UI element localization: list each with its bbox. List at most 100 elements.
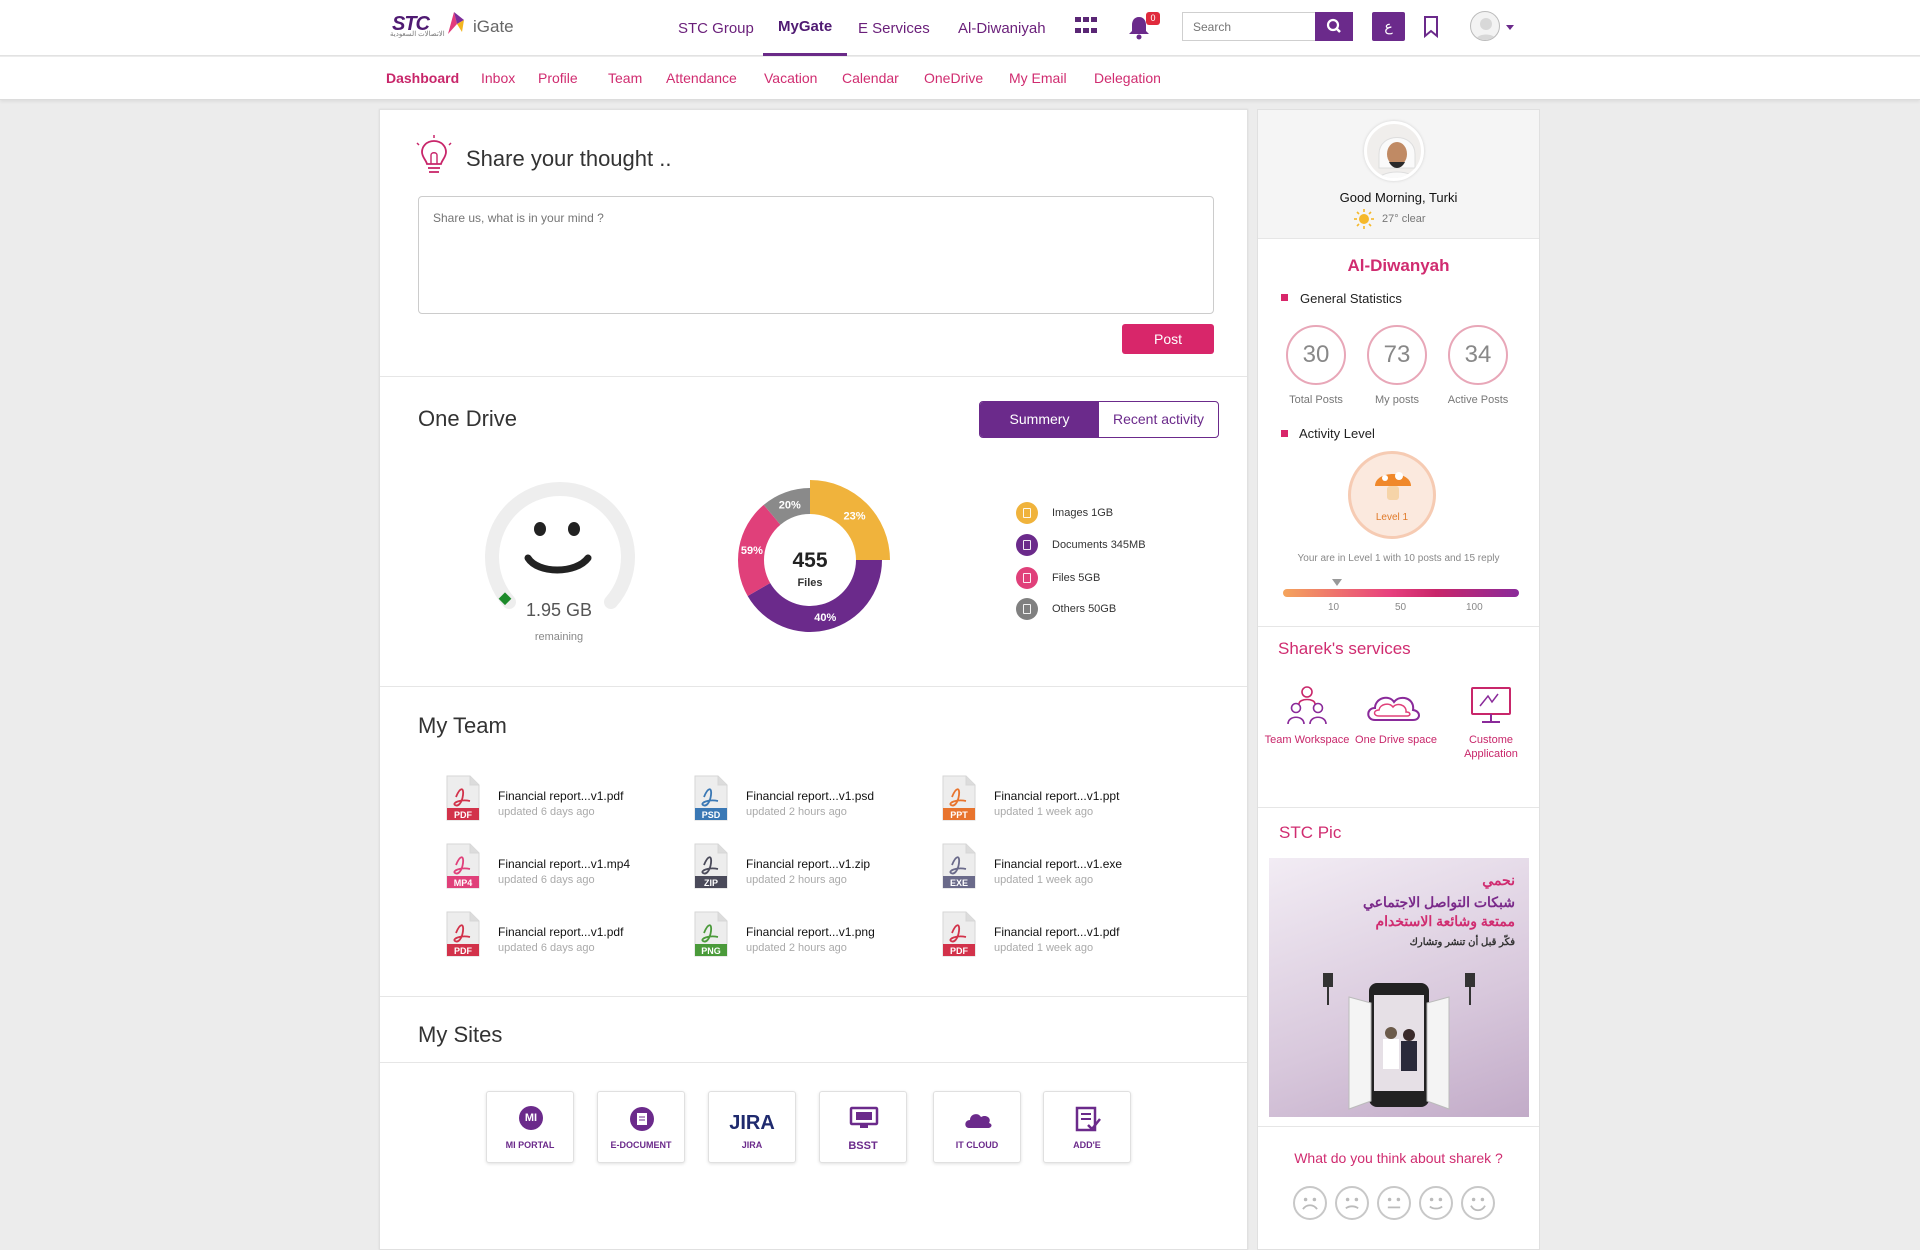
service-team-workspace[interactable]: [1276, 684, 1338, 764]
stat-my-posts: 73: [1367, 325, 1427, 385]
site-mi-portal[interactable]: MI MI PORTAL: [486, 1091, 574, 1163]
subnav-delegation[interactable]: Delegation: [1094, 57, 1161, 100]
search-button[interactable]: [1315, 12, 1353, 41]
gauge-value: 1.95 GB: [525, 600, 593, 620]
donut-label-files: 59%: [741, 545, 763, 557]
team-file-item[interactable]: PSD Financial report...v1.psd updated 2 ho…: [694, 775, 914, 825]
stc-pic-banner[interactable]: نحمي شبكات التواصل الاجتماعي ممتعة وشائع…: [1269, 858, 1529, 1117]
team-file-item[interactable]: PDF Financial report...v1.pdf updated 6 da…: [446, 775, 666, 825]
file-name: Financial report...v1.png: [746, 925, 875, 939]
sites-title: My Sites: [418, 1022, 503, 1047]
profile-avatar[interactable]: [1364, 121, 1424, 181]
file-name: Financial report...v1.pdf: [498, 925, 624, 939]
banner-line-1: نحمي: [1482, 872, 1515, 888]
donut-total: 455: [792, 549, 828, 572]
site-bsst[interactable]: BSST: [819, 1091, 907, 1163]
legend-item-images: Images 1GB: [1016, 497, 1146, 528]
subnav-inbox[interactable]: Inbox: [481, 57, 515, 100]
donut-label-others: 20%: [779, 500, 801, 512]
stat-active-posts-label: Active Posts: [1447, 394, 1509, 406]
file-name: Financial report...v1.pdf: [498, 789, 624, 803]
site-it-cloud[interactable]: IT CLOUD: [933, 1091, 1021, 1163]
bullet-icon: [1281, 294, 1288, 301]
divider: [1258, 1126, 1539, 1127]
search-input[interactable]: [1182, 12, 1316, 41]
divider: [1258, 626, 1539, 627]
service-custom-application-label[interactable]: Custome Application: [1446, 733, 1536, 761]
face-glyph: [1429, 1197, 1443, 1210]
topnav-al-diwaniyah[interactable]: Al-Diwaniyah: [958, 0, 1046, 56]
service-custom-application[interactable]: [1460, 684, 1522, 726]
stc-logo-subtext: الاتصالات السعودية: [390, 31, 445, 38]
stc-logo-mark-icon: [448, 12, 464, 34]
file-updated: updated 6 days ago: [498, 806, 595, 818]
service-one-drive-label[interactable]: One Drive space: [1351, 733, 1441, 747]
stcpic-title: STC Pic: [1279, 823, 1342, 842]
very-happy-face-icon[interactable]: [1461, 1186, 1495, 1220]
tab-summary[interactable]: Summery: [980, 402, 1099, 437]
file-type-badge: ZIP: [703, 878, 718, 888]
happy-face-icon[interactable]: [1419, 1186, 1453, 1220]
checklist-icon: [1075, 1106, 1101, 1132]
file-type-badge: PDF: [950, 946, 968, 956]
subnav-team[interactable]: Team: [608, 57, 642, 100]
stat-active-posts: 34: [1448, 325, 1508, 385]
team-title: My Team: [418, 713, 507, 738]
tab-recent-activity[interactable]: Recent activity: [1099, 402, 1218, 437]
activity-level-label: Activity Level: [1299, 426, 1375, 441]
banner-line-3: ممتعة وشائعة الاستخدام: [1375, 913, 1515, 929]
stat-my-posts-label: My posts: [1374, 394, 1419, 406]
chevron-down-icon[interactable]: [1506, 25, 1514, 30]
bookmark-icon[interactable]: [1422, 15, 1440, 39]
service-team-workspace-label[interactable]: Team Workspace: [1262, 733, 1352, 747]
team-file-item[interactable]: MP4 Financial report...v1.mp4 updated 6 da…: [446, 843, 666, 893]
neutral-face-icon[interactable]: [1377, 1186, 1411, 1220]
divider: [1258, 807, 1539, 808]
donut-caption: Files: [797, 577, 823, 589]
thought-textarea[interactable]: [418, 196, 1214, 314]
team-file-item[interactable]: PNG Financial report...v1.png updated 2 ho…: [694, 911, 914, 961]
file-name: Financial report...v1.ppt: [994, 789, 1120, 803]
topnav-mygate[interactable]: MyGate: [763, 0, 848, 56]
team-file-item[interactable]: PPT Financial report...v1.ppt updated 1 we…: [942, 775, 1162, 825]
divider: [380, 996, 1247, 997]
subnav-my-email[interactable]: My Email: [1009, 57, 1067, 100]
monitor-icon: [849, 1106, 879, 1128]
divider: [380, 376, 1247, 377]
face-glyph: [1302, 1197, 1318, 1210]
subnav-onedrive[interactable]: OneDrive: [924, 57, 983, 100]
file-type-badge: PPT: [950, 810, 968, 820]
language-toggle-button[interactable]: ع: [1372, 12, 1405, 41]
apps-grid-icon[interactable]: [1075, 17, 1097, 37]
subnav-dashboard[interactable]: Dashboard: [386, 57, 459, 100]
site-e-document[interactable]: E-DOCUMENT: [597, 1091, 685, 1163]
file-updated: updated 2 hours ago: [746, 942, 847, 954]
file-updated: updated 6 days ago: [498, 942, 595, 954]
site-jira[interactable]: JIRA JIRA: [708, 1091, 796, 1163]
subnav-attendance[interactable]: Attendance: [666, 57, 737, 100]
subnav-calendar[interactable]: Calendar: [842, 57, 899, 100]
bullet-icon: [1281, 430, 1288, 437]
site-adde[interactable]: ADD'E: [1043, 1091, 1131, 1163]
team-file-item[interactable]: ZIP Financial report...v1.zip updated 2 ho…: [694, 843, 914, 893]
gauge-caption: remaining: [534, 631, 584, 643]
topnav-e-services[interactable]: E Services: [858, 0, 930, 56]
team-file-item[interactable]: PDF Financial report...v1.pdf updated 1 we…: [942, 911, 1162, 961]
sun-icon: [1354, 209, 1374, 229]
subnav-profile[interactable]: Profile: [538, 57, 578, 100]
divider: [380, 1062, 1247, 1063]
image-file-icon: [1016, 501, 1038, 524]
team-file-item[interactable]: PDF Financial report...v1.pdf updated 6 da…: [446, 911, 666, 961]
legend-item-others: Others 50GB: [1016, 593, 1146, 624]
service-one-drive[interactable]: [1363, 684, 1425, 726]
sad-face-icon[interactable]: [1335, 1186, 1369, 1220]
very-sad-face-icon[interactable]: [1293, 1186, 1327, 1220]
user-avatar[interactable]: [1470, 11, 1500, 41]
subnav-vacation[interactable]: Vacation: [764, 57, 817, 100]
post-button[interactable]: Post: [1122, 324, 1214, 354]
team-file-item[interactable]: EXE Financial report...v1.exe updated 1 we…: [942, 843, 1162, 893]
donut-label-documents: 40%: [814, 612, 836, 624]
cloud-icon: [1367, 696, 1420, 721]
topnav-stc-group[interactable]: STC Group: [678, 0, 754, 56]
jira-logo-icon: JIRA: [729, 1112, 775, 1134]
